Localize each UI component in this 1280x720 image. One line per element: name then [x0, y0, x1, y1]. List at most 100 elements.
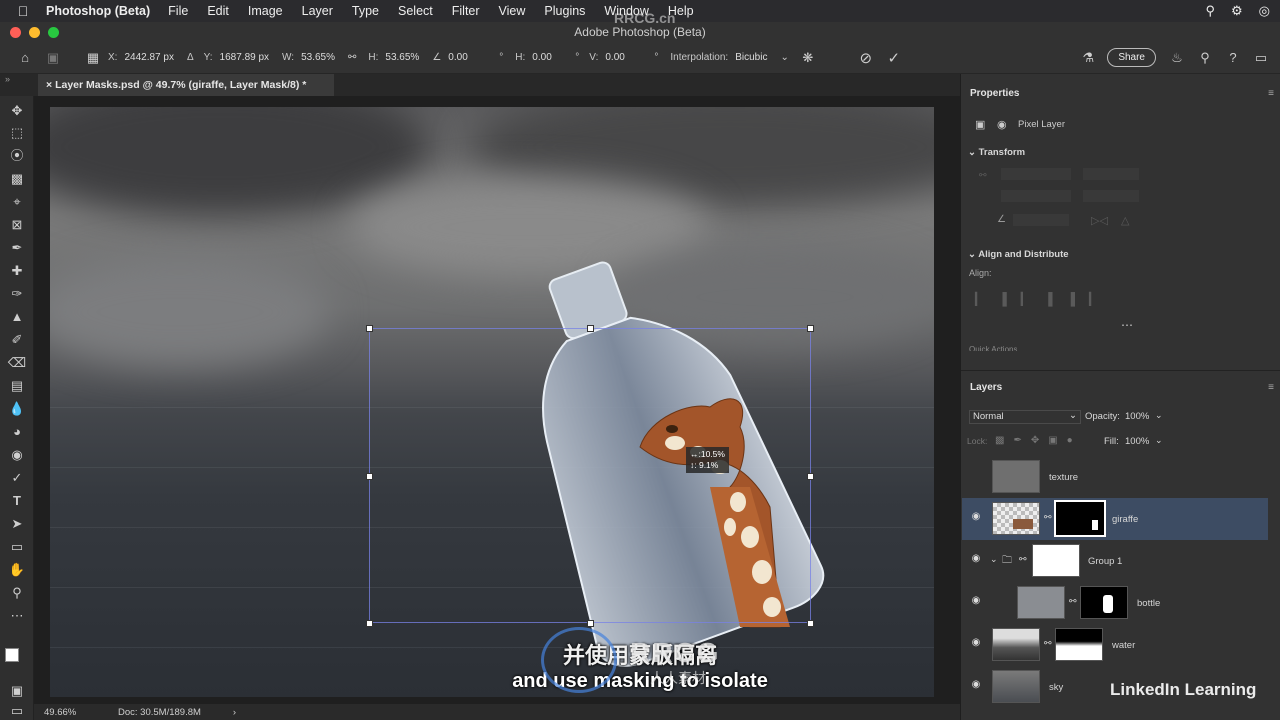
transform-handle-bottom-right[interactable]: [807, 620, 814, 627]
path-selection-tool-icon[interactable]: ➤: [6, 514, 28, 534]
document-tab[interactable]: × Layer Masks.psd @ 49.7% (giraffe, Laye…: [38, 74, 334, 96]
lab-flask-icon[interactable]: ⚗: [1077, 47, 1099, 69]
zoom-tool-icon[interactable]: ⚲: [6, 583, 28, 603]
doc-size-info[interactable]: Doc: 30.5M/189.8M: [118, 707, 201, 718]
app-menu[interactable]: Photoshop (Beta): [46, 4, 150, 18]
transform-handle-bottom[interactable]: [587, 620, 594, 627]
interpolation-select[interactable]: Bicubic: [732, 50, 770, 65]
transform-handle-top-right[interactable]: [807, 325, 814, 332]
reference-grid-icon[interactable]: ▦: [82, 47, 104, 69]
transform-handle-top-left[interactable]: [366, 325, 373, 332]
chevron-down-icon[interactable]: ⌄: [1155, 435, 1163, 446]
transform-section-title[interactable]: Transform: [979, 147, 1025, 158]
mask-link-icon[interactable]: ⚯: [1019, 554, 1027, 565]
layers-panel-title[interactable]: Layers: [961, 382, 1011, 393]
menu-plugins[interactable]: Plugins: [544, 4, 585, 18]
commit-transform-icon[interactable]: ✓: [883, 47, 905, 69]
transform-handle-left[interactable]: [366, 473, 373, 480]
warp-mode-icon[interactable]: ❋: [797, 47, 819, 69]
menu-image[interactable]: Image: [248, 4, 283, 18]
menu-filter[interactable]: Filter: [452, 4, 480, 18]
sponge-tool-icon[interactable]: ◉: [6, 445, 28, 465]
dodge-tool-icon[interactable]: ◕: [6, 422, 28, 442]
panel-menu-icon[interactable]: ≡: [1268, 382, 1274, 393]
notifications-bell-icon[interactable]: ♨: [1166, 47, 1188, 69]
visibility-eye-icon[interactable]: ◉: [970, 595, 982, 607]
help-icon[interactable]: ?: [1222, 47, 1244, 69]
visibility-eye-icon[interactable]: ◉: [970, 553, 982, 565]
search-icon[interactable]: ⚲: [1194, 47, 1216, 69]
transform-handle-top[interactable]: [587, 325, 594, 332]
angle-field[interactable]: 0.00: [445, 50, 489, 65]
lasso-tool-icon[interactable]: ⦿: [6, 146, 28, 166]
hand-tool-icon[interactable]: ✋: [6, 560, 28, 580]
chevron-down-icon[interactable]: ⌄: [1155, 410, 1163, 421]
transform-handle-right[interactable]: [807, 473, 814, 480]
chevron-down-icon[interactable]: ⌄: [990, 554, 998, 565]
lock-buttons[interactable]: ▩✒✥▣●: [995, 435, 1082, 446]
more-tools-icon[interactable]: ⋯: [6, 606, 28, 626]
object-selection-tool-icon[interactable]: ▩: [6, 169, 28, 189]
frame-tool-icon[interactable]: ⊠: [6, 215, 28, 235]
delta-icon[interactable]: Δ: [187, 52, 194, 63]
siri-icon[interactable]: ◎: [1259, 3, 1270, 19]
chevron-right-icon[interactable]: ›: [233, 707, 236, 718]
mask-link-icon[interactable]: ⚯: [1044, 512, 1052, 523]
layer-row-group-1[interactable]: ◉ ⌄ 🗀 ⚯ Group 1: [962, 540, 1268, 582]
opacity-field[interactable]: 100%: [1125, 411, 1149, 422]
cancel-transform-icon[interactable]: ⊘: [855, 47, 877, 69]
mask-link-icon[interactable]: ⚯: [1044, 638, 1052, 649]
layer-mask-thumbnail[interactable]: [1055, 628, 1103, 661]
layer-row-bottle[interactable]: ◉ ⚯ bottle: [962, 582, 1268, 624]
type-tool-icon[interactable]: T: [6, 491, 28, 511]
move-tool-icon[interactable]: ✥: [6, 101, 28, 121]
pen-tool-icon[interactable]: ✓: [6, 468, 28, 488]
spotlight-search-icon[interactable]: ⚲: [1205, 3, 1215, 19]
minimize-window-button[interactable]: [29, 27, 40, 38]
menu-edit[interactable]: Edit: [207, 4, 229, 18]
gradient-tool-icon[interactable]: ▤: [6, 376, 28, 396]
layer-row-texture[interactable]: texture: [962, 456, 1268, 498]
panel-menu-icon[interactable]: ≡: [1268, 88, 1274, 99]
h-skew-field[interactable]: 0.00: [529, 50, 565, 65]
zoom-window-button[interactable]: [48, 27, 59, 38]
menu-type[interactable]: Type: [352, 4, 379, 18]
link-aspect-icon[interactable]: ⚯: [348, 52, 356, 63]
collapse-panels-icon[interactable]: »: [5, 74, 10, 84]
align-section-title[interactable]: Align and Distribute: [978, 249, 1068, 260]
share-button[interactable]: Share: [1107, 48, 1156, 67]
transform-bounding-box[interactable]: [369, 328, 811, 623]
apple-icon[interactable]: : [0, 3, 46, 19]
visibility-eye-icon[interactable]: ◉: [970, 511, 982, 523]
menu-layer[interactable]: Layer: [302, 4, 333, 18]
menu-select[interactable]: Select: [398, 4, 433, 18]
visibility-eye-icon[interactable]: ◉: [970, 637, 982, 649]
menu-view[interactable]: View: [499, 4, 526, 18]
chevron-down-icon[interactable]: ⌄: [780, 52, 788, 63]
rectangle-tool-icon[interactable]: ▭: [6, 537, 28, 557]
fill-field[interactable]: 100%: [1125, 436, 1149, 447]
blur-tool-icon[interactable]: 💧: [6, 399, 28, 419]
mask-link-icon[interactable]: ⚯: [1069, 596, 1077, 607]
eyedropper-tool-icon[interactable]: ✒: [6, 238, 28, 258]
y-field[interactable]: 1687.89 px: [217, 50, 273, 65]
close-tab-icon[interactable]: ×: [46, 79, 52, 91]
properties-panel-title[interactable]: Properties: [961, 88, 1028, 99]
chevron-down-icon[interactable]: ⌄: [968, 249, 976, 260]
healing-brush-tool-icon[interactable]: ✚: [6, 261, 28, 281]
quick-actions-section-title[interactable]: Quick Actions: [969, 345, 1017, 351]
height-field[interactable]: 53.65%: [382, 50, 422, 65]
layer-mask-thumbnail[interactable]: [1054, 500, 1106, 537]
history-brush-tool-icon[interactable]: ✐: [6, 330, 28, 350]
visibility-eye-icon[interactable]: ◉: [970, 679, 982, 691]
more-options-icon[interactable]: ⋯: [1121, 318, 1133, 332]
document-canvas[interactable]: ↔:10.5% ↕: 9.1%: [50, 107, 934, 697]
width-field[interactable]: 53.65%: [298, 50, 338, 65]
layer-mask-thumbnail[interactable]: [1080, 586, 1128, 619]
control-center-icon[interactable]: ⚙: [1231, 3, 1243, 19]
eraser-tool-icon[interactable]: ⌫: [6, 353, 28, 373]
crop-tool-icon[interactable]: ⌖: [6, 192, 28, 212]
chevron-down-icon[interactable]: ⌄: [968, 147, 976, 158]
layer-row-giraffe[interactable]: ◉ ⚯ giraffe: [962, 498, 1268, 540]
transform-handle-bottom-left[interactable]: [366, 620, 373, 627]
